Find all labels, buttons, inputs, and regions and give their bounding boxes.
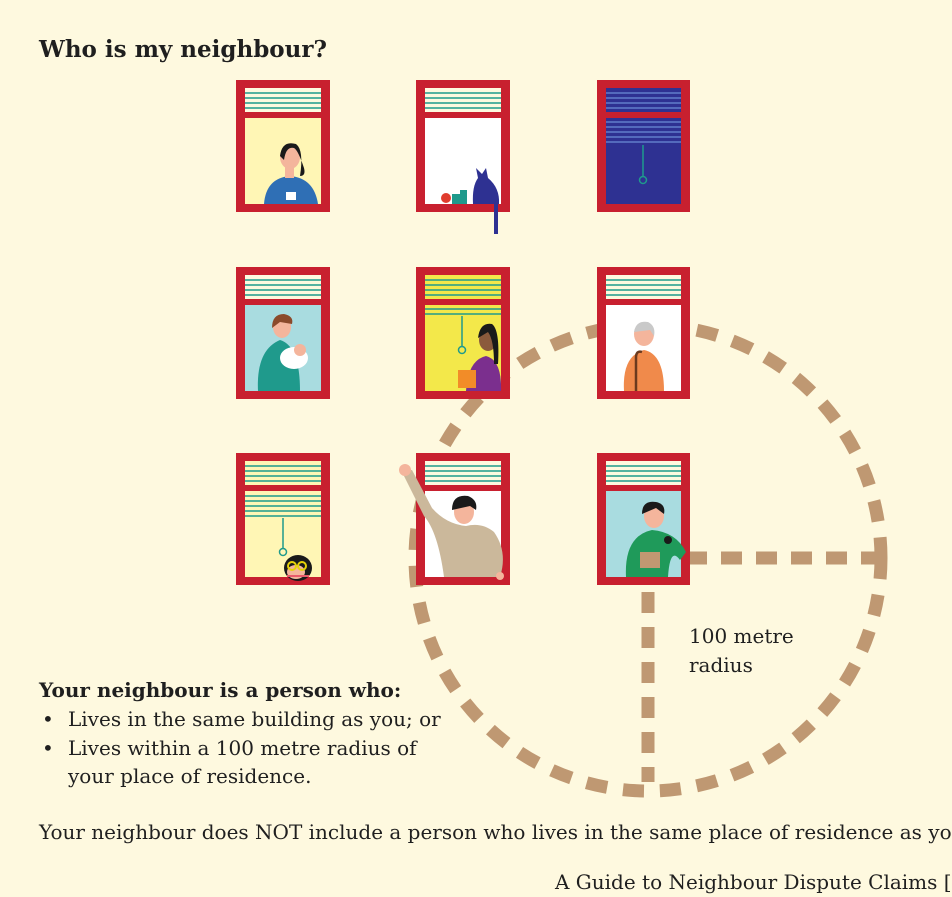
window-cat [416, 80, 510, 234]
page-footer: A Guide to Neighbour Dispute Claims [ 3 … [555, 870, 952, 894]
criteria-item-text: Lives within a 100 metre radius of your … [68, 735, 417, 789]
exclusion-note: Your neighbour does NOT include a person… [39, 820, 952, 844]
radius-label-line1: 100 metre [689, 624, 794, 648]
criteria-item: • Lives in the same building as you; or [42, 705, 459, 734]
window-child-peeking [236, 453, 330, 585]
window-mother-with-baby [236, 267, 330, 399]
window-blind-closed [597, 80, 690, 212]
neighbour-criteria: Your neighbour is a person who: • Lives … [39, 676, 459, 791]
radius-label: 100 metre radius [689, 622, 799, 680]
criteria-heading: Your neighbour is a person who: [39, 678, 402, 702]
window-man-waving [399, 453, 510, 585]
radius-label-line2: radius [689, 653, 753, 677]
criteria-list: • Lives in the same building as you; or … [39, 705, 459, 791]
window-man-holding-parcel [597, 453, 690, 585]
criteria-item: • Lives within a 100 metre radius of you… [42, 734, 459, 791]
child-with-glasses-icon [284, 555, 312, 581]
window-elderly-man [597, 267, 690, 399]
criteria-item-text: Lives in the same building as you; or [68, 707, 441, 731]
window-woman-with-cup [236, 80, 330, 212]
bullet-icon: • [42, 707, 54, 731]
bullet-icon: • [42, 735, 54, 760]
window-woman-reading [416, 267, 510, 399]
